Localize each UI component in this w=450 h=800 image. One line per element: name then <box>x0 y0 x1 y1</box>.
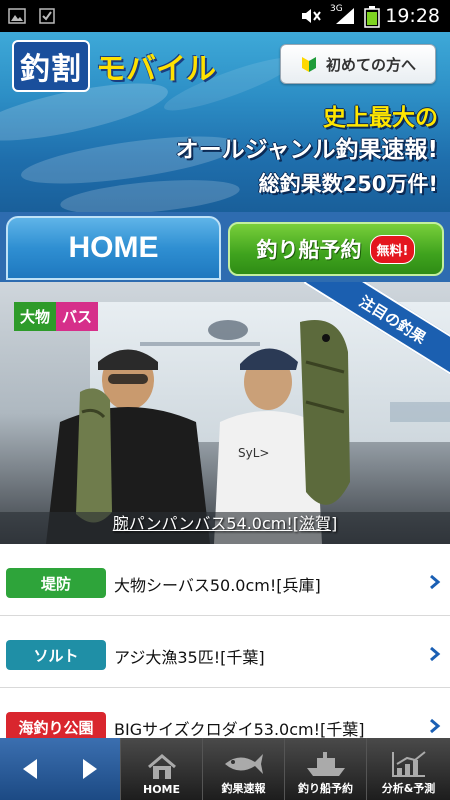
nav-analysis-label: 分析&予測 <box>381 782 436 795</box>
chart-icon <box>391 751 426 777</box>
featured-caption-link[interactable]: 腕パンパンバス54.0cm![滋賀] <box>0 510 450 534</box>
tab-boat-reservation[interactable]: 釣り船予約 無料! <box>228 222 444 276</box>
category-badge: 堤防 <box>6 568 106 598</box>
beginner-mark-icon <box>301 57 316 72</box>
catch-list: 堤防 大物シーバス50.0cm![兵庫] ソルト アジ大漁35匹![千葉] 海釣… <box>0 544 450 760</box>
list-item-text: 大物シーバス50.0cm![兵庫] <box>114 576 321 595</box>
arrow-left-icon <box>23 759 37 779</box>
list-item[interactable]: ソルト アジ大漁35匹![千葉] <box>0 616 450 688</box>
bottom-nav: HOME 釣果速報 釣り船予約 分析&予測 <box>0 738 450 800</box>
history-arrows <box>0 738 120 800</box>
chevron-right-icon <box>430 718 441 734</box>
nav-catch-report-label: 釣果速報 <box>221 782 266 795</box>
header-banner: 釣割 モバイル 初めての方へ 史上最大の オールジャンル釣果速報! 総釣果数25… <box>0 32 450 212</box>
free-badge: 無料! <box>369 234 416 264</box>
first-time-button[interactable]: 初めての方へ <box>280 44 436 84</box>
tag-big: 大物 <box>14 302 57 331</box>
svg-text:SyL>: SyL> <box>238 446 269 460</box>
signal-icon <box>336 8 354 24</box>
screen: 3G 19:28 釣割 モバイル 初めての方へ 史上最大の オールジャンル釣果速… <box>0 0 450 800</box>
arrow-right-icon <box>83 759 97 779</box>
logo-text: モバイル <box>96 52 216 87</box>
logo-kanji: 釣割 <box>12 40 90 92</box>
nav-boat-reservation[interactable]: 釣り船予約 <box>284 738 366 800</box>
chevron-right-icon <box>430 574 441 590</box>
tab-home[interactable]: HOME <box>6 216 221 280</box>
promo-line-1: 史上最大の <box>323 105 438 131</box>
fish-icon <box>224 754 263 774</box>
list-item-text: アジ大漁35匹![千葉] <box>114 648 265 667</box>
main-tabs: HOME 釣り船予約 無料! <box>0 212 450 282</box>
forward-button[interactable] <box>60 738 120 800</box>
nav-boat-reservation-label: 釣り船予約 <box>298 782 353 795</box>
nav-home[interactable]: HOME <box>120 738 202 800</box>
promo-line-2: オールジャンル釣果速報! <box>175 137 438 163</box>
chevron-right-icon <box>430 646 441 662</box>
app-logo[interactable]: 釣割 モバイル <box>12 40 216 92</box>
status-time: 19:28 <box>385 5 440 27</box>
list-item-text: BIGサイズクロダイ53.0cm![千葉] <box>114 720 365 739</box>
back-button[interactable] <box>0 738 60 800</box>
category-badge: ソルト <box>6 640 106 670</box>
list-item[interactable]: 堤防 大物シーバス50.0cm![兵庫] <box>0 544 450 616</box>
boat-icon <box>306 752 345 776</box>
nav-analysis[interactable]: 分析&予測 <box>366 738 450 800</box>
home-icon <box>147 754 176 779</box>
status-bar: 3G 19:28 <box>0 0 450 32</box>
tag-bass: バス <box>56 302 99 331</box>
tab-boat-label: 釣り船予約 <box>256 238 362 262</box>
nav-catch-report[interactable]: 釣果速報 <box>202 738 284 800</box>
battery-icon <box>364 6 380 28</box>
checkbox-icon <box>39 8 55 24</box>
featured-tags: 大物 バス <box>14 302 99 331</box>
nav-home-label: HOME <box>142 783 181 796</box>
promo-line-3: 総釣果数250万件! <box>258 172 438 196</box>
mute-icon <box>302 9 321 23</box>
tab-home-label: HOME <box>68 231 159 264</box>
featured-catch[interactable]: SyL> 大物 バス 注目の釣果 腕パンパンバス54.0cm![滋賀] <box>0 282 450 544</box>
first-time-label: 初めての方へ <box>325 55 416 74</box>
gallery-icon <box>8 8 26 24</box>
